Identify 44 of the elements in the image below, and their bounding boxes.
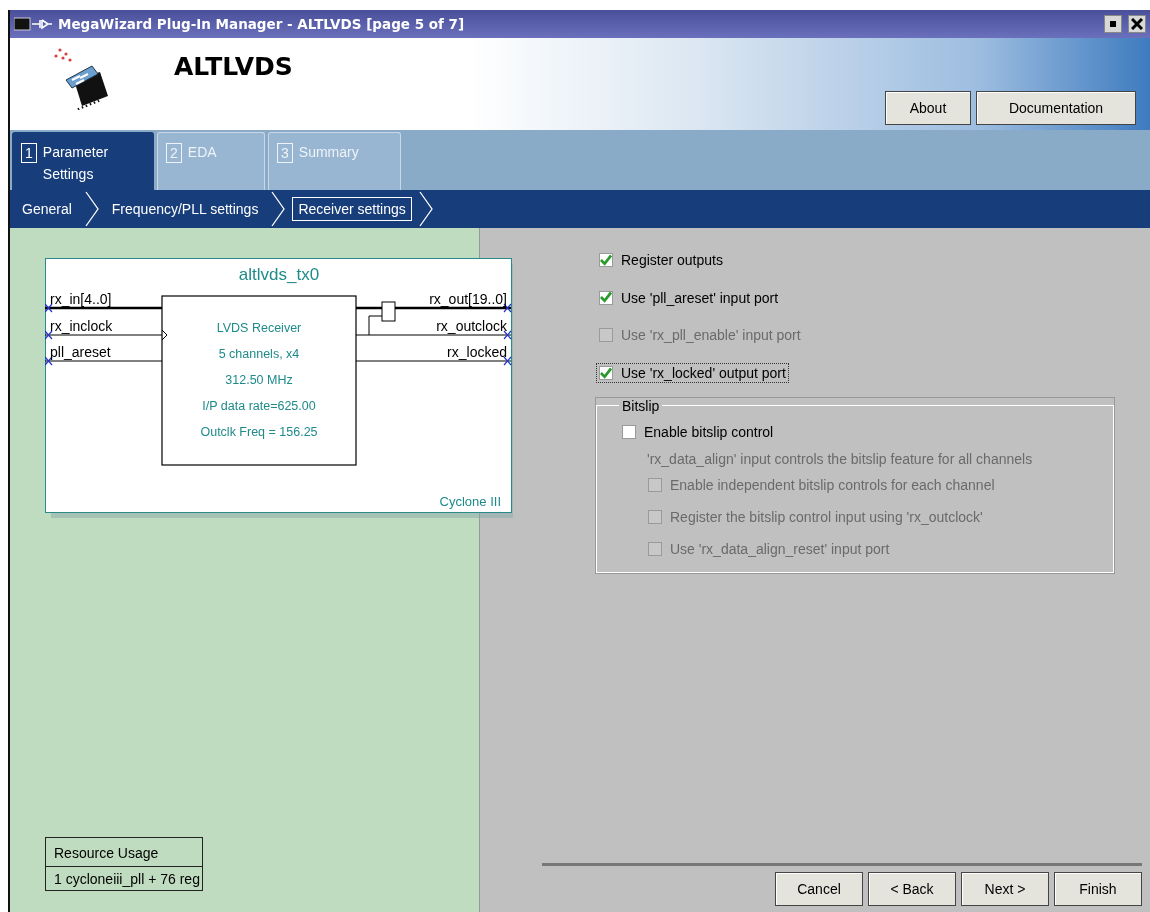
port-label: rx_outclock <box>436 318 507 334</box>
tab[interactable]: 1 Parameter Settings <box>12 132 154 190</box>
window-title: MegaWizard Plug-In Manager - ALTLVDS [page 5 of 7] <box>58 16 466 32</box>
table-header: Resource Usage <box>53 844 160 863</box>
next-button[interactable]: Next > <box>961 872 1049 906</box>
back-button[interactable]: < Back <box>868 872 956 906</box>
wizard-title: ALTLVDS <box>174 52 293 82</box>
chevron-icon <box>417 191 434 227</box>
symbol-title: altlvds_tx0 <box>238 265 320 284</box>
checkbox[interactable]: Use 'rx_locked' output port <box>596 363 789 383</box>
checkbox[interactable]: Enable bitslip control <box>619 421 777 442</box>
breadcrumb-step[interactable]: General <box>16 197 78 221</box>
register-symbol <box>368 301 396 336</box>
chevron-icon <box>83 191 100 227</box>
checkmark-icon <box>600 253 612 267</box>
chevron-icon <box>270 191 287 227</box>
documentation-button[interactable]: Documentation <box>976 91 1136 125</box>
about-button[interactable]: About <box>885 91 971 125</box>
block-info: 312.50 MHz <box>225 373 293 387</box>
port-label: rx_in[4..0] <box>50 291 112 307</box>
breadcrumb-step[interactable]: Receiver settings <box>292 197 412 221</box>
port-label: rx_locked <box>447 344 507 360</box>
breadcrumb-step[interactable]: Frequency/PLL settings <box>105 197 265 221</box>
port-label: rx_out[19..0] <box>429 291 507 307</box>
close-button[interactable] <box>1128 15 1146 33</box>
port-label: pll_areset <box>50 344 111 360</box>
port-label: rx_inclock <box>50 318 113 334</box>
description-text: 'rx_data_align' input controls the bitslip feature for all channels <box>647 449 1034 469</box>
device-label: Cyclone III <box>439 494 501 509</box>
clock-marker <box>161 329 168 341</box>
checkmark-icon <box>600 291 612 304</box>
checkmark-icon <box>600 366 612 380</box>
checkbox[interactable]: Use 'pll_areset' input port <box>596 287 782 308</box>
restore-button[interactable] <box>1104 15 1122 33</box>
checkbox[interactable]: Register outputs <box>596 250 726 270</box>
cancel-button[interactable]: Cancel <box>775 872 863 906</box>
block-info: LVDS Receiver <box>216 321 302 335</box>
group-title: Bitslip <box>621 397 661 414</box>
table-cell: 1 cycloneiii_pll + 76 reg <box>46 866 202 890</box>
block-info: Outclk Freq = 156.25 <box>200 425 318 439</box>
finish-button[interactable]: Finish <box>1054 872 1142 906</box>
block-info: I/P data rate=625.00 <box>202 399 316 413</box>
block-info: 5 channels, x4 <box>218 347 300 361</box>
window-icon <box>14 17 52 31</box>
